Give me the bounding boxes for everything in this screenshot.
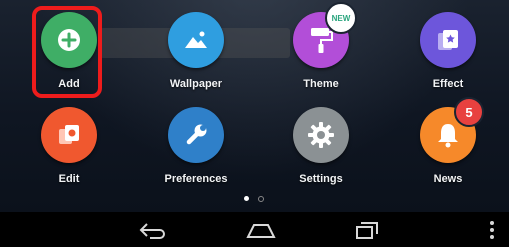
- news-app-icon[interactable]: 5: [420, 97, 484, 163]
- navigation-bar: [0, 212, 509, 247]
- app-label: Preferences: [164, 173, 228, 185]
- notification-count-badge: 5: [454, 97, 484, 127]
- page-indicator: [244, 196, 264, 202]
- recent-apps-button[interactable]: [342, 212, 392, 247]
- new-badge: NEW: [325, 2, 357, 34]
- effect-cards-icon: [438, 30, 458, 50]
- app-wallpaper[interactable]: Wallpaper: [141, 12, 251, 90]
- app-settings[interactable]: Settings: [266, 107, 376, 185]
- app-label: Settings: [299, 173, 343, 185]
- edit-icon: [59, 125, 79, 144]
- back-button[interactable]: [128, 212, 178, 247]
- back-icon: [139, 222, 165, 239]
- effect-app-icon[interactable]: [420, 12, 476, 68]
- app-label: Theme: [303, 78, 339, 90]
- app-news[interactable]: 5 News: [393, 97, 503, 185]
- app-label: Wallpaper: [169, 78, 223, 90]
- bell-icon: [438, 124, 458, 148]
- wallpaper-app-icon[interactable]: [168, 12, 224, 68]
- edit-app-icon[interactable]: [41, 107, 97, 163]
- theme-app-icon[interactable]: NEW: [293, 2, 357, 68]
- gear-icon: [308, 122, 334, 148]
- settings-app-icon[interactable]: [293, 107, 349, 163]
- wrench-icon: [186, 124, 207, 145]
- app-label: Effect: [432, 78, 464, 90]
- app-label: News: [433, 173, 463, 185]
- highlight-box: [32, 6, 102, 98]
- recent-apps-icon: [356, 221, 378, 239]
- page-dot-active: [244, 196, 249, 201]
- app-preferences[interactable]: Preferences: [141, 107, 251, 185]
- overflow-menu-button[interactable]: [480, 212, 504, 247]
- preferences-app-icon[interactable]: [168, 107, 224, 163]
- home-icon: [246, 223, 276, 238]
- image-icon: [185, 31, 207, 48]
- menu-icon: [490, 220, 494, 239]
- home-button[interactable]: [236, 212, 286, 247]
- app-edit[interactable]: Edit: [14, 107, 124, 185]
- app-effect[interactable]: Effect: [393, 12, 503, 90]
- app-theme[interactable]: NEW Theme: [266, 2, 376, 90]
- page-dot: [258, 196, 264, 202]
- app-label: Edit: [58, 173, 80, 185]
